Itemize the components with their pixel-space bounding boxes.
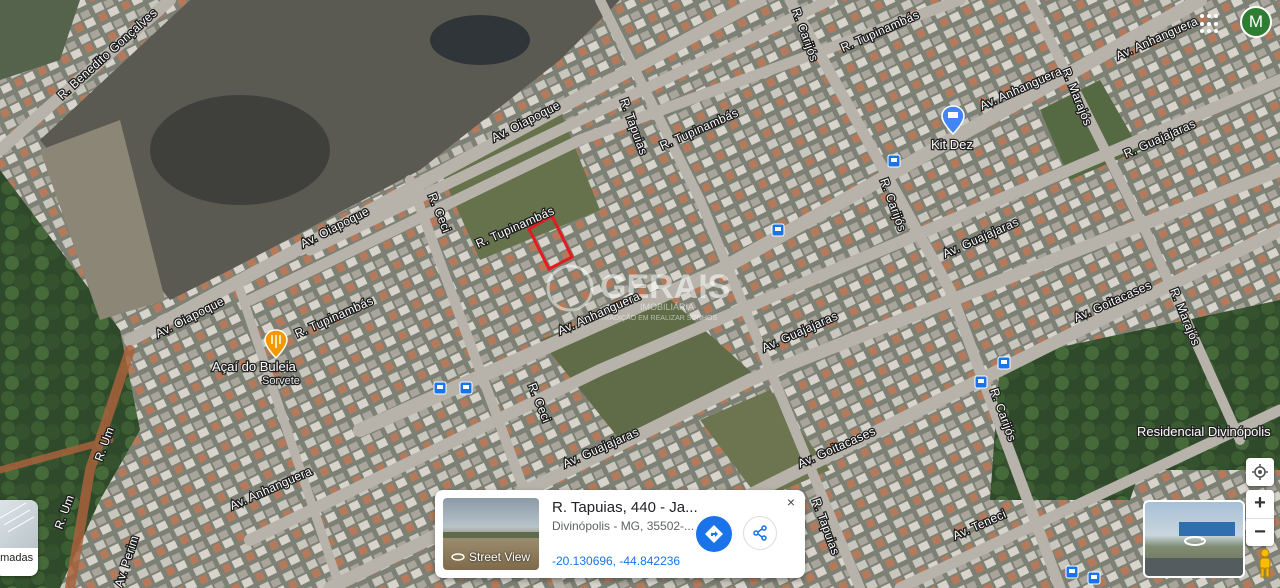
quarry-pit — [150, 95, 330, 205]
street-view-link[interactable]: Street View — [451, 550, 530, 564]
layers-label: amadas — [0, 552, 34, 564]
account-avatar[interactable]: M — [1240, 6, 1272, 38]
my-location-button[interactable] — [1246, 458, 1274, 486]
layers-thumbnail — [0, 500, 38, 548]
place-address: R. Tapuias, 440 - Ja... — [552, 499, 698, 516]
place-card[interactable]: Street View R. Tapuias, 440 - Ja... Divi… — [435, 490, 805, 578]
bus-stop-icon — [887, 154, 901, 168]
poi-label: Açaí do Buleia — [212, 359, 297, 374]
zoom-in-button[interactable]: + — [1246, 490, 1274, 518]
watermark-line1: IMOBILIÁRIA — [640, 302, 694, 312]
bus-stop-icon — [459, 381, 473, 395]
directions-button[interactable] — [696, 516, 732, 552]
bus-stop-icon — [997, 356, 1011, 370]
zoom-control[interactable]: + − — [1246, 490, 1274, 546]
layers-button[interactable]: amadas — [0, 500, 38, 576]
watermark-line2: TRADIÇÃO EM REALIZAR SONHOS — [600, 313, 717, 322]
poi-label: Residencial Divinópolis — [1137, 424, 1271, 439]
my-location-icon — [1252, 464, 1268, 480]
pegman-icon[interactable] — [1256, 548, 1274, 578]
rotate-360-icon — [451, 553, 465, 561]
street-view-photo[interactable]: Street View — [443, 498, 539, 570]
close-icon[interactable]: × — [783, 494, 799, 510]
bus-stop-icon — [771, 223, 785, 237]
poi-category: Sorvete — [262, 375, 300, 387]
street-view-label: Street View — [469, 550, 531, 564]
share-button[interactable] — [743, 516, 777, 550]
street-view-thumbnail[interactable] — [1143, 500, 1245, 578]
zoom-out-button[interactable]: − — [1246, 517, 1274, 547]
poi-label: Kit Dez — [931, 137, 973, 152]
apps-grid-icon[interactable] — [1198, 12, 1222, 36]
poi-residencial[interactable]: Residencial Divinópolis — [1136, 423, 1273, 441]
bus-stop-icon — [1087, 571, 1101, 585]
bus-stop-icon — [1065, 565, 1079, 579]
share-icon — [753, 525, 767, 541]
dark-pond — [430, 15, 530, 65]
place-locality: Divinópolis - MG, 35502-... — [552, 519, 695, 533]
bus-stop-icon — [974, 375, 988, 389]
rotate-360-icon — [1184, 536, 1206, 546]
directions-icon — [705, 525, 723, 543]
place-coordinates[interactable]: -20.130696, -44.842236 — [552, 554, 680, 568]
bus-stop-icon — [433, 381, 447, 395]
